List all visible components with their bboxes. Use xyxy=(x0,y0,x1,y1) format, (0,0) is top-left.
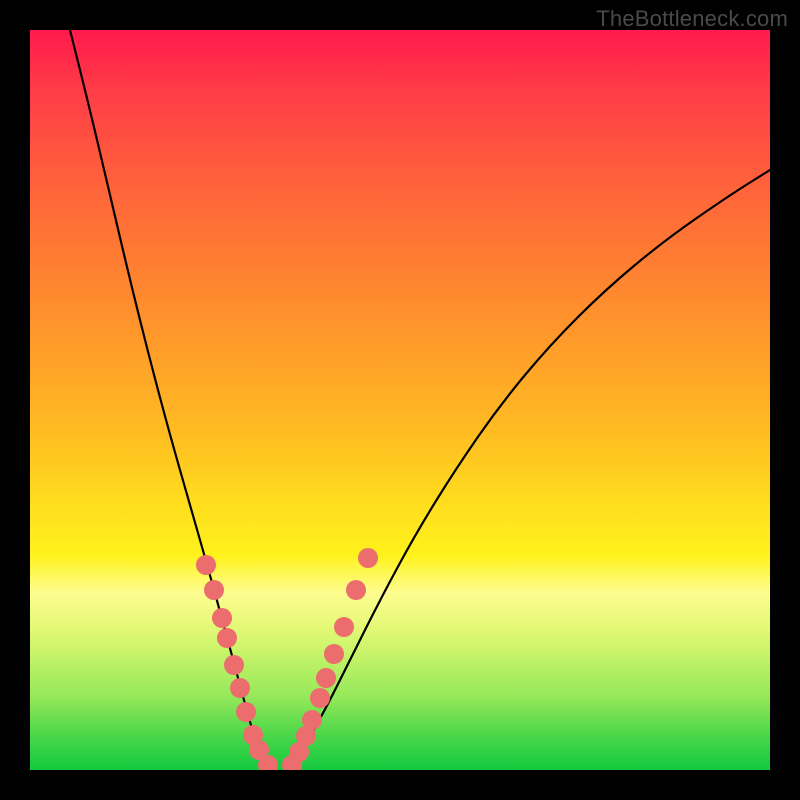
data-dot xyxy=(302,710,322,730)
data-dot xyxy=(204,580,224,600)
data-dot xyxy=(334,617,354,637)
data-dot xyxy=(358,548,378,568)
data-dot xyxy=(224,655,244,675)
right-curve xyxy=(290,170,770,770)
data-dot xyxy=(236,702,256,722)
data-dot xyxy=(212,608,232,628)
watermark-text: TheBottleneck.com xyxy=(596,6,788,32)
chart-frame: TheBottleneck.com xyxy=(0,0,800,800)
data-dot xyxy=(196,555,216,575)
data-dot xyxy=(324,644,344,664)
data-dot xyxy=(230,678,250,698)
plot-area xyxy=(30,30,770,770)
chart-svg xyxy=(30,30,770,770)
data-dot xyxy=(346,580,366,600)
data-dot xyxy=(217,628,237,648)
data-dot xyxy=(310,688,330,708)
data-dot xyxy=(316,668,336,688)
